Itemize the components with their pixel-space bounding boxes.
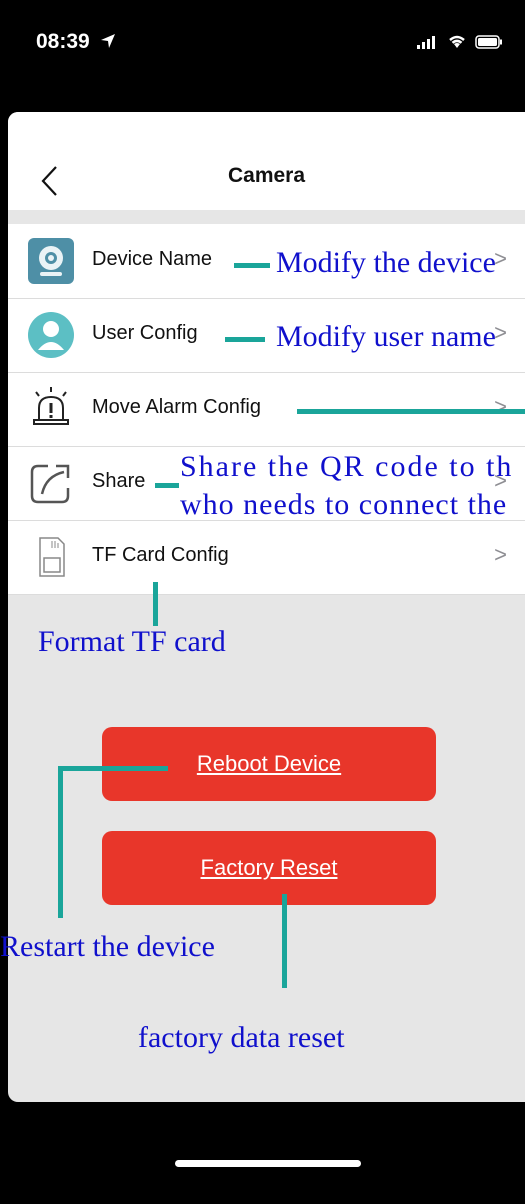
annotation-share-line1: Share the QR code to th (180, 450, 514, 483)
location-arrow-icon (101, 34, 115, 48)
camera-icon (28, 238, 74, 284)
annotation-connector (155, 483, 179, 488)
annotation-user-config: Modify user name (276, 320, 496, 353)
status-icons (417, 34, 503, 49)
signal-icon (417, 35, 435, 49)
settings-row-tf-card[interactable]: TF Card Config > (8, 520, 525, 595)
settings-row-label: TF Card Config (92, 544, 229, 566)
chevron-right-icon: > (494, 394, 507, 419)
annotation-connector (225, 337, 265, 342)
annotation-connector (297, 409, 525, 414)
nav-bar: Camera (8, 112, 525, 210)
settings-row-label: User Config (92, 322, 198, 344)
reboot-device-button[interactable]: Reboot Device (102, 727, 436, 801)
settings-row-label: Share (92, 470, 146, 492)
annotation-tf-card: Format TF card (38, 625, 226, 658)
alarm-icon (33, 387, 69, 425)
settings-row-label: Device Name (92, 248, 213, 270)
status-bar: 08:39 (0, 0, 525, 90)
settings-row-label: Move Alarm Config (92, 396, 261, 418)
user-icon (28, 312, 74, 358)
home-indicator[interactable] (175, 1160, 361, 1167)
share-icon (30, 464, 70, 504)
chevron-right-icon: > (494, 320, 507, 345)
wifi-icon (449, 35, 465, 48)
battery-icon (475, 34, 502, 49)
chevron-right-icon: > (494, 542, 507, 567)
annotation-connector (234, 263, 270, 268)
annotation-reboot: Restart the device (0, 930, 215, 963)
annotation-share-line2: who needs to connect the (180, 488, 508, 521)
status-time: 08:39 (36, 30, 90, 53)
annotation-device-name: Modify the device (276, 246, 496, 279)
annotation-factory-reset: factory data reset (138, 1021, 345, 1054)
chevron-right-icon: > (494, 246, 507, 271)
annotation-connector (282, 894, 287, 988)
annotation-connector (58, 766, 63, 918)
factory-reset-button[interactable]: Factory Reset (102, 831, 436, 905)
annotation-connector (153, 582, 158, 626)
page-title: Camera (227, 164, 306, 187)
annotation-connector (58, 766, 168, 771)
sd-card-icon (39, 537, 65, 577)
